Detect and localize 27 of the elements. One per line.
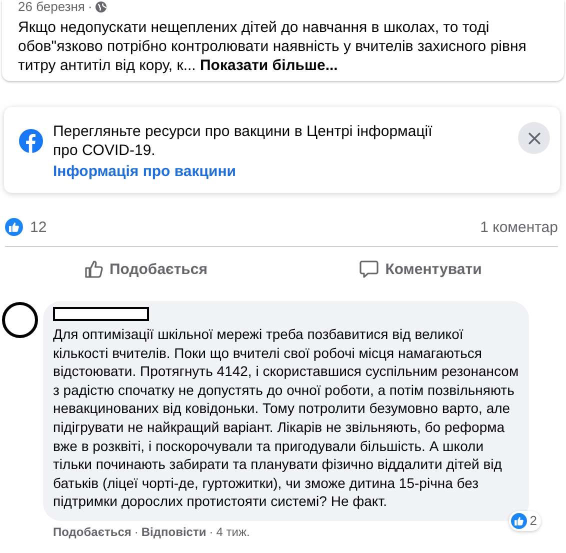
- comment-text: Для оптимізації шкільної мережі треба позбавитися від великої кількості вчителів. Поки що вчителі свої робочі місця намагаються відстоювати. Протягнуть 4142, і скориставшися суспільним резонансом з радістю спочатку не допустять до очної роботи, а потім позвільняють невакцинованих від ковідоньки. Тому потролити безумовно варто, але підігрувати не найкращий варіант. Лікарів не звільняють, бо реформа вже в розквіті, і поскорочували та пригодували більшість. А школи тільки починають забирати та планувати фізично віддалити дітей від батьків (ліцеї чорті-де, гуртожитки), чи зможе дитина 15-річна без підтримки дорослих протистояти системі? Не факт.: [53, 325, 519, 511]
- comment-count[interactable]: 1 коментар: [480, 218, 558, 236]
- facebook-logo-icon: [19, 129, 43, 153]
- thumbs-up-icon: [84, 259, 104, 279]
- comment-action-link[interactable]: Подобається: [53, 524, 132, 539]
- post-date[interactable]: 26 березня: [18, 0, 85, 13]
- globe-icon: [95, 0, 108, 12]
- separator: ·: [134, 524, 138, 539]
- show-more-link[interactable]: Показати більше...: [200, 57, 338, 74]
- like-reaction-icon: [5, 218, 23, 236]
- comment-action-link[interactable]: Відповісти: [141, 524, 206, 539]
- vaccine-info-link[interactable]: Інформація про вакцини: [53, 162, 458, 181]
- separator: ·: [209, 524, 214, 539]
- post-text: Якщо недопускати нещеплених дітей до навчання в школах, то тоді обов"язково потрібно контролювати наявність у вчителів захисного рівня титру антитіл від кору, к... Показати більше...: [18, 18, 528, 75]
- reaction-count: 2: [530, 513, 537, 528]
- like-count[interactable]: 12: [30, 218, 47, 236]
- separator: ·: [88, 0, 92, 13]
- close-button[interactable]: [518, 122, 550, 154]
- like-reaction-icon: [510, 512, 527, 529]
- reaction-badge[interactable]: 2: [508, 510, 541, 531]
- speech-bubble-icon: [359, 259, 380, 279]
- comment-time[interactable]: 4 тиж.: [216, 524, 250, 539]
- notice-text: Перегляньте ресурси про вакцини в Центрі інформації про COVID-19.: [53, 122, 434, 160]
- like-button[interactable]: Подобається: [8, 251, 283, 287]
- close-icon: [528, 132, 540, 144]
- comment-button[interactable]: Коментувати: [283, 251, 558, 287]
- avatar[interactable]: [2, 302, 38, 338]
